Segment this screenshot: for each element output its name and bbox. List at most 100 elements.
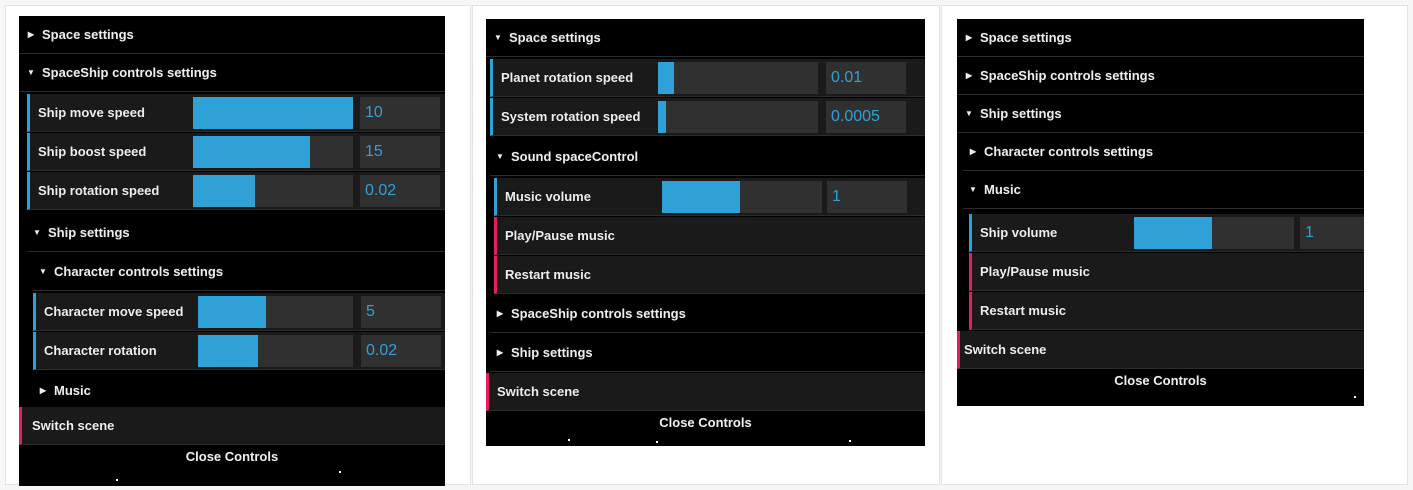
control-label: Ship rotation speed <box>38 183 160 198</box>
control-label: Music volume <box>505 189 591 204</box>
control-label: Play/Pause music <box>980 264 1090 279</box>
slider-fill <box>193 97 353 129</box>
control-label: Planet rotation speed <box>501 70 634 85</box>
triangle-down-icon: ▼ <box>965 109 973 118</box>
star-dot <box>116 479 118 481</box>
music-volume-input[interactable]: 1 <box>827 181 907 213</box>
folder-title: SpaceShip controls settings <box>980 68 1155 83</box>
star-dot <box>568 439 570 441</box>
planet-rotation-speed-input[interactable]: 0.01 <box>826 62 906 94</box>
triangle-down-icon: ▼ <box>33 228 41 237</box>
folder-title: Space settings <box>980 30 1072 45</box>
folder-space-settings[interactable]: ▶ Space settings <box>19 16 445 54</box>
triangle-right-icon: ▶ <box>965 33 973 42</box>
control-label: Switch scene <box>964 342 1047 357</box>
system-rotation-speed-input[interactable]: 0.0005 <box>826 101 906 133</box>
triangle-down-icon: ▼ <box>496 152 504 161</box>
switch-scene-button[interactable]: Switch scene <box>486 373 925 411</box>
control-label: Restart music <box>505 267 591 282</box>
slider-fill <box>1134 217 1213 249</box>
close-controls-button[interactable]: Close Controls <box>19 446 445 468</box>
ship-boost-speed-input[interactable]: 15 <box>360 136 440 168</box>
character-rotation-slider[interactable] <box>198 335 353 367</box>
close-controls-button[interactable]: Close Controls <box>957 370 1364 392</box>
play-pause-music-button[interactable]: Play/Pause music <box>969 253 1364 291</box>
character-rotation-input[interactable]: 0.02 <box>361 335 441 367</box>
folder-title: Ship settings <box>980 106 1062 121</box>
ship-volume-input[interactable]: 1 <box>1300 217 1364 249</box>
folder-music[interactable]: ▼ Music <box>963 171 1364 209</box>
gui-panel-3: ▶ Space settings ▶ SpaceShip controls se… <box>957 19 1364 406</box>
control-label: Switch scene <box>497 384 580 399</box>
ship-move-speed-slider[interactable] <box>193 97 353 129</box>
star-dot <box>849 440 851 442</box>
folder-ship-settings[interactable]: ▼ Ship settings <box>27 214 445 252</box>
folder-title: Music <box>984 182 1021 197</box>
triangle-right-icon: ▶ <box>39 385 47 395</box>
character-move-speed-input[interactable]: 5 <box>361 296 441 328</box>
ship-volume-slider[interactable] <box>1134 217 1294 249</box>
folder-space-settings[interactable]: ▶ Space settings <box>957 19 1364 57</box>
play-pause-music-button[interactable]: Play/Pause music <box>494 217 925 255</box>
folder-title: Character controls settings <box>54 264 224 279</box>
slider-fill <box>198 335 259 367</box>
triangle-right-icon: ▶ <box>496 348 504 357</box>
ship-rotation-speed-slider[interactable] <box>193 175 353 207</box>
control-label: Character rotation <box>44 343 157 358</box>
folder-spaceship-controls[interactable]: ▶ SpaceShip controls settings <box>957 57 1364 95</box>
control-ship-volume: Ship volume 1 <box>969 214 1364 252</box>
planet-rotation-speed-slider[interactable] <box>658 62 818 94</box>
folder-ship-settings[interactable]: ▶ Ship settings <box>490 334 925 372</box>
triangle-down-icon: ▼ <box>39 267 47 276</box>
folder-ship-settings[interactable]: ▼ Ship settings <box>957 95 1364 133</box>
system-rotation-speed-slider[interactable] <box>658 101 818 133</box>
control-ship-move-speed: Ship move speed 10 <box>27 94 445 132</box>
control-label: Play/Pause music <box>505 228 615 243</box>
close-controls-button[interactable]: Close Controls <box>486 412 925 434</box>
restart-music-button[interactable]: Restart music <box>494 256 925 294</box>
folder-spaceship-controls[interactable]: ▶ SpaceShip controls settings <box>490 295 925 333</box>
folder-title: Space settings <box>42 27 134 42</box>
music-volume-slider[interactable] <box>662 181 822 213</box>
folder-title: Ship settings <box>48 225 130 240</box>
character-move-speed-slider[interactable] <box>198 296 353 328</box>
screenshot-cell-1: ▶ Space settings ▼ SpaceShip controls se… <box>5 5 471 486</box>
control-label: Switch scene <box>32 418 115 433</box>
slider-fill <box>198 296 267 328</box>
triangle-down-icon: ▼ <box>494 33 502 42</box>
folder-character-controls[interactable]: ▼ Character controls settings <box>33 253 445 291</box>
control-label: Ship volume <box>980 225 1058 240</box>
control-character-move-speed: Character move speed 5 <box>33 293 445 331</box>
folder-music[interactable]: ▶ Music <box>33 371 445 409</box>
control-label: Character move speed <box>44 304 184 319</box>
slider-fill <box>193 175 256 207</box>
switch-scene-button[interactable]: Switch scene <box>957 331 1364 369</box>
folder-title: Character controls settings <box>984 144 1154 159</box>
ship-move-speed-input[interactable]: 10 <box>360 97 440 129</box>
triangle-right-icon: ▶ <box>27 30 35 39</box>
folder-character-controls[interactable]: ▶ Character controls settings <box>963 133 1364 171</box>
restart-music-button[interactable]: Restart music <box>969 292 1364 330</box>
star-dot <box>1354 396 1356 398</box>
triangle-right-icon: ▶ <box>496 309 504 318</box>
triangle-right-icon: ▶ <box>969 147 977 156</box>
screenshot-cell-2: ▼ Space settings Planet rotation speed 0… <box>472 5 940 485</box>
folder-spaceship-controls[interactable]: ▼ SpaceShip controls settings <box>19 54 445 92</box>
folder-space-settings[interactable]: ▼ Space settings <box>486 19 925 57</box>
folder-title: Music <box>54 382 91 398</box>
control-label: Restart music <box>980 303 1066 318</box>
triangle-down-icon: ▼ <box>27 68 35 77</box>
ship-boost-speed-slider[interactable] <box>193 136 353 168</box>
star-dot <box>656 441 658 443</box>
control-character-rotation: Character rotation 0.02 <box>33 332 445 370</box>
slider-fill <box>662 181 741 213</box>
control-system-rotation-speed: System rotation speed 0.0005 <box>490 98 925 136</box>
slider-fill <box>193 136 310 168</box>
folder-sound-space-control[interactable]: ▼ Sound spaceControl <box>490 138 925 176</box>
folder-title: Ship settings <box>511 345 593 360</box>
switch-scene-button[interactable]: Switch scene <box>19 407 445 445</box>
control-ship-rotation-speed: Ship rotation speed 0.02 <box>27 172 445 210</box>
ship-rotation-speed-input[interactable]: 0.02 <box>360 175 440 207</box>
slider-fill <box>658 62 674 94</box>
gui-panel-2: ▼ Space settings Planet rotation speed 0… <box>486 19 925 446</box>
